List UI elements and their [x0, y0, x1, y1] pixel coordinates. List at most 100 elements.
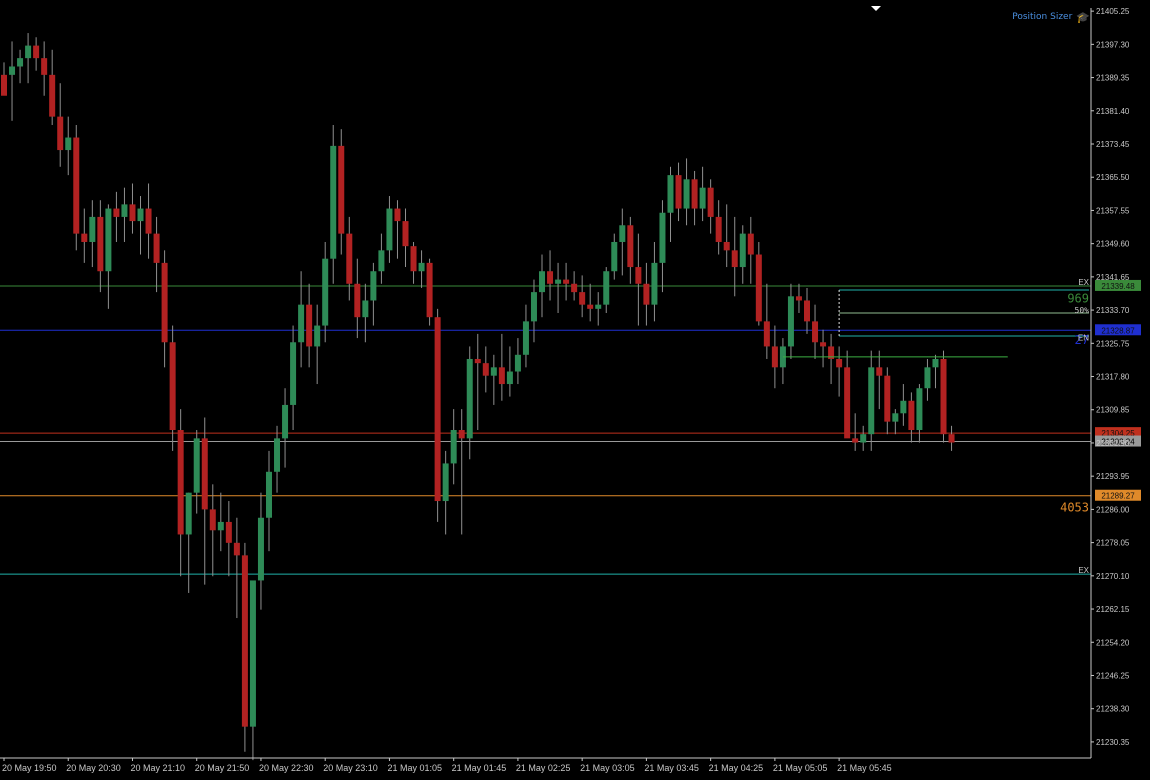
candle [57, 116, 64, 151]
candle [265, 471, 272, 518]
candle [715, 216, 722, 242]
candle [153, 233, 160, 263]
candle [571, 283, 578, 293]
candle [844, 367, 851, 439]
candle [474, 358, 481, 364]
candle [121, 204, 128, 217]
candle [916, 388, 923, 431]
candle [201, 438, 208, 510]
candle [330, 145, 337, 259]
candle [145, 208, 152, 234]
candle [547, 271, 554, 284]
x-tick-label: 21 May 05:05 [773, 763, 828, 773]
candle [370, 271, 377, 301]
candle [522, 321, 529, 355]
candle [233, 542, 240, 556]
y-tick-label: 21349.60 [1096, 240, 1130, 249]
candle [699, 187, 706, 209]
candle [338, 145, 345, 234]
y-tick-label: 21389.35 [1096, 74, 1130, 83]
candle [426, 262, 433, 318]
candle [635, 267, 642, 284]
y-tick-label: 21278.05 [1096, 539, 1130, 548]
candle [161, 262, 168, 343]
x-tick-label: 20 May 22:30 [259, 763, 314, 773]
candle [763, 321, 770, 347]
y-tick-label: 21397.30 [1096, 40, 1130, 49]
candle [795, 296, 802, 301]
candle [659, 212, 666, 263]
candle [530, 292, 537, 322]
candle [378, 250, 385, 272]
candle [418, 262, 425, 272]
y-tick-label: 21365.50 [1096, 173, 1130, 182]
candle [257, 517, 264, 581]
y-tick-label: 21405.25 [1096, 7, 1130, 16]
y-tick-label: 21270.10 [1096, 572, 1130, 581]
candle [627, 225, 634, 268]
candle [755, 254, 762, 322]
y-tick-label: 21254.20 [1096, 638, 1130, 647]
candle [892, 413, 899, 422]
price-box-label: 21339.48 [1101, 282, 1135, 291]
position-sizer-label: Position Sizer [1012, 12, 1073, 22]
graduation-cap-icon: 🎓 [1076, 10, 1090, 24]
candle [707, 187, 714, 217]
y-tick-label: 21325.75 [1096, 339, 1130, 348]
candle [611, 241, 618, 272]
candle [113, 208, 120, 217]
candle [804, 300, 810, 322]
candle [402, 221, 409, 247]
y-tick-label: 21317.80 [1096, 373, 1130, 382]
candle [820, 342, 827, 347]
candle [354, 283, 361, 318]
level-marker: EN [1078, 333, 1089, 342]
candle [587, 304, 594, 309]
candle [274, 438, 281, 472]
candle [900, 400, 907, 414]
price-chart[interactable]: 96950%274053EXENEX 21339.4821328.8721304… [0, 0, 1150, 780]
y-tick-label: 21246.25 [1096, 671, 1130, 680]
candle [410, 246, 417, 272]
candle [129, 204, 136, 222]
x-tick-label: 20 May 20:30 [66, 763, 121, 773]
candle [290, 342, 297, 405]
candle [450, 430, 457, 464]
candle [17, 58, 24, 67]
candle [97, 216, 104, 272]
level-marker: EX [1078, 278, 1089, 287]
y-tick-label: 21381.40 [1096, 107, 1130, 116]
candle [89, 216, 96, 242]
candle [346, 233, 353, 284]
x-tick-label: 21 May 03:05 [580, 763, 635, 773]
y-tick-label: 21301.90 [1096, 439, 1130, 448]
candle [860, 434, 867, 443]
candle [362, 300, 369, 318]
candle [675, 175, 682, 209]
candle [458, 430, 465, 439]
candle [739, 233, 746, 268]
candle [908, 400, 915, 431]
candle [386, 208, 393, 251]
candle [579, 292, 586, 305]
candle [619, 225, 626, 242]
candle [442, 463, 449, 502]
candle [25, 45, 32, 59]
candle [314, 325, 321, 347]
candle [434, 317, 441, 502]
annotation-label: 50% [1075, 306, 1090, 315]
annotation-label: 969 [1067, 291, 1089, 305]
candle [169, 342, 176, 431]
candle [73, 137, 80, 234]
x-tick-label: 20 May 19:50 [2, 763, 57, 773]
position-sizer-button[interactable]: Position Sizer 🎓 [1012, 9, 1090, 25]
candle [306, 304, 313, 347]
candle [506, 371, 513, 385]
candle [185, 492, 192, 535]
x-tick-label: 21 May 01:45 [452, 763, 507, 773]
y-tick-label: 21238.30 [1096, 705, 1130, 714]
price-box-label: 21328.87 [1101, 326, 1135, 335]
candle [209, 509, 216, 531]
candle [563, 279, 570, 284]
candle [33, 45, 40, 59]
